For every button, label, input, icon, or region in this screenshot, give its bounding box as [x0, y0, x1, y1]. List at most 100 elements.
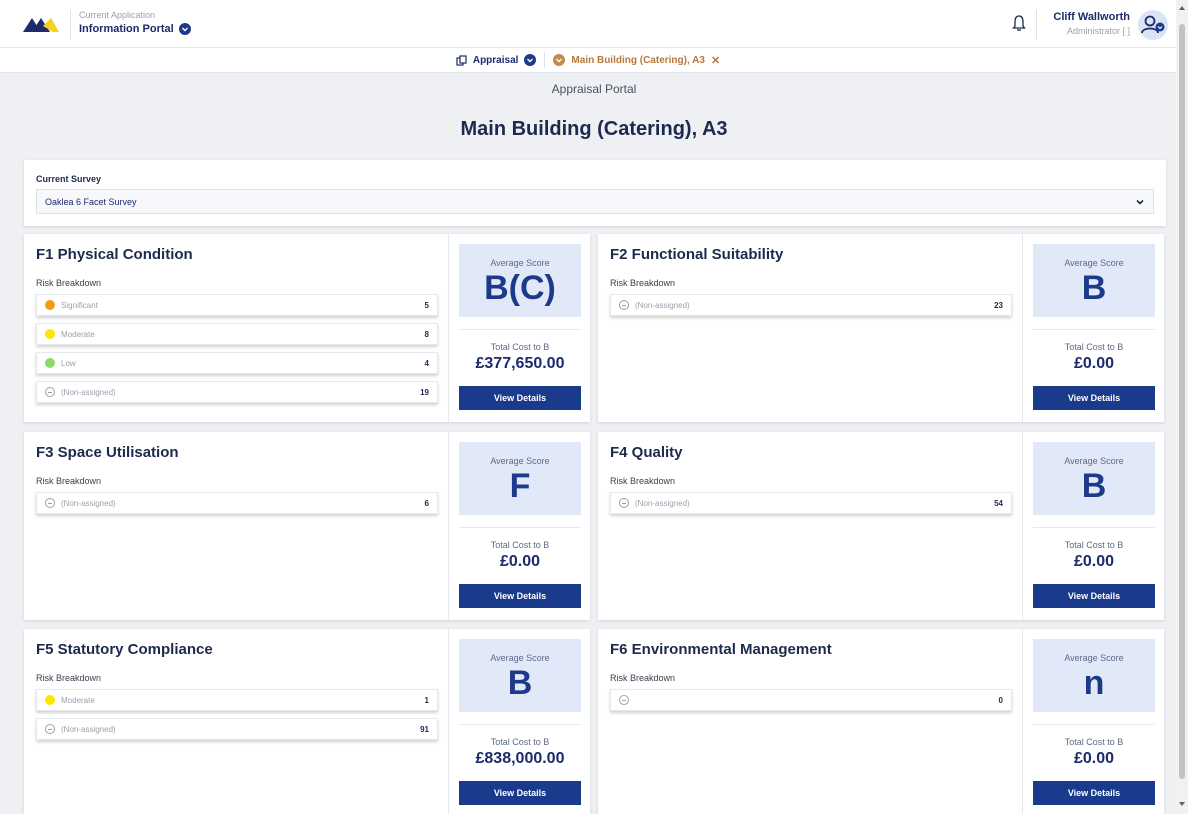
risk-count: 0	[998, 695, 1003, 705]
divider	[1033, 724, 1155, 725]
user-avatar[interactable]	[1138, 10, 1168, 40]
average-score-value: B(C)	[484, 269, 556, 307]
breadcrumb-appraisal[interactable]: Appraisal	[456, 54, 537, 66]
risk-row[interactable]: Moderate 1	[36, 689, 438, 711]
view-details-button[interactable]: View Details	[1033, 386, 1155, 410]
risk-row[interactable]: (Non-assigned) 54	[610, 492, 1012, 514]
portal-label: Appraisal Portal	[551, 82, 637, 96]
risk-row[interactable]: Moderate 8	[36, 323, 438, 345]
view-details-button[interactable]: View Details	[459, 584, 581, 608]
risk-row[interactable]: (Non-assigned) 19	[36, 381, 438, 403]
minus-circle-icon	[619, 695, 629, 705]
risk-row[interactable]: Low 4	[36, 352, 438, 374]
view-details-button[interactable]: View Details	[459, 781, 581, 805]
score-column: Average Score B Total Cost to B £0.00 Vi…	[1022, 234, 1164, 422]
risk-count: 5	[424, 300, 429, 310]
average-score-box: Average Score F	[459, 442, 581, 515]
chevron-down-icon[interactable]	[524, 54, 537, 66]
user-info[interactable]: Cliff Wallworth Administrator [ ]	[1036, 10, 1134, 40]
survey-selected-value: Oaklea 6 Facet Survey	[45, 196, 137, 207]
risk-list: Moderate 1 (Non-assigned) 91	[36, 689, 438, 747]
facet-card: F4 Quality Risk Breakdown (Non-assigned)…	[598, 432, 1164, 620]
average-score-value: n	[1083, 664, 1105, 702]
risk-breakdown-label: Risk Breakdown	[36, 278, 102, 288]
divider	[1033, 329, 1155, 330]
scroll-up-arrow-icon[interactable]	[1179, 6, 1185, 10]
risk-level-dot-icon	[45, 329, 55, 339]
close-icon[interactable]: ✕	[711, 54, 720, 67]
total-cost-value: £377,650.00	[475, 355, 565, 372]
average-score-label: Average Score	[490, 653, 550, 663]
average-score-value: F	[509, 467, 531, 505]
view-details-button[interactable]: View Details	[1033, 584, 1155, 608]
bell-icon[interactable]	[1011, 14, 1027, 32]
risk-list: 0	[610, 689, 1012, 718]
application-switcher[interactable]: Current Application Information Portal	[70, 10, 191, 40]
breadcrumb-location[interactable]: Main Building (Catering), A3 ✕	[553, 54, 720, 67]
risk-name: (Non-assigned)	[635, 498, 690, 508]
card-title: F2 Functional Suitability	[610, 246, 784, 263]
view-details-button[interactable]: View Details	[1033, 781, 1155, 805]
risk-breakdown-label: Risk Breakdown	[610, 278, 676, 288]
chevron-down-icon[interactable]	[553, 54, 566, 66]
breadcrumb: Appraisal Main Building (Catering), A3 ✕	[0, 48, 1176, 73]
total-cost-label: Total Cost to B	[490, 737, 550, 747]
risk-count: 8	[424, 329, 429, 339]
scroll-down-arrow-icon[interactable]	[1179, 802, 1185, 806]
risk-name: Moderate	[61, 695, 95, 705]
minus-circle-icon	[619, 300, 629, 310]
risk-name: Significant	[61, 300, 98, 310]
score-column: Average Score F Total Cost to B £0.00 Vi…	[448, 432, 590, 620]
scrollbar-thumb[interactable]	[1179, 24, 1185, 779]
risk-count: 23	[994, 300, 1003, 310]
total-cost-label: Total Cost to B	[490, 342, 550, 352]
user-role: Administrator [ ]	[1066, 26, 1130, 36]
facet-card: F3 Space Utilisation Risk Breakdown (Non…	[24, 432, 590, 620]
score-column: Average Score B(C) Total Cost to B £377,…	[448, 234, 590, 422]
page-title: Main Building (Catering), A3	[460, 118, 728, 140]
risk-row[interactable]: (Non-assigned) 23	[610, 294, 1012, 316]
total-cost-label: Total Cost to B	[1064, 737, 1124, 747]
risk-name: (Non-assigned)	[61, 498, 116, 508]
view-details-button[interactable]: View Details	[459, 386, 581, 410]
risk-name: (Non-assigned)	[61, 724, 116, 734]
average-score-value: B	[507, 664, 533, 702]
risk-count: 54	[994, 498, 1003, 508]
total-cost-value: £0.00	[499, 553, 541, 570]
chevron-down-icon[interactable]	[178, 23, 191, 35]
risk-row[interactable]: Significant 5	[36, 294, 438, 316]
risk-count: 91	[420, 724, 429, 734]
risk-list: (Non-assigned) 54	[610, 492, 1012, 521]
risk-row[interactable]: (Non-assigned) 91	[36, 718, 438, 740]
minus-circle-icon	[45, 498, 55, 508]
scrollbar[interactable]	[1176, 0, 1188, 814]
risk-row[interactable]: 0	[610, 689, 1012, 711]
risk-name: Moderate	[61, 329, 95, 339]
facet-card: F5 Statutory Compliance Risk Breakdown M…	[24, 629, 590, 814]
average-score-label: Average Score	[1064, 258, 1124, 268]
minus-circle-icon	[45, 724, 55, 734]
risk-count: 19	[420, 387, 429, 397]
divider	[1033, 527, 1155, 528]
company-logo[interactable]	[23, 14, 59, 34]
average-score-label: Average Score	[490, 456, 550, 466]
survey-select[interactable]: Oaklea 6 Facet Survey	[36, 189, 1154, 214]
app-caption: Current Application	[79, 10, 156, 20]
risk-list: Significant 5 Moderate 8 Low 4 (Non-assi…	[36, 294, 438, 410]
facet-card: F6 Environmental Management Risk Breakdo…	[598, 629, 1164, 814]
score-column: Average Score B Total Cost to B £0.00 Vi…	[1022, 432, 1164, 620]
app-name: Information Portal	[79, 23, 174, 35]
risk-count: 1	[424, 695, 429, 705]
average-score-box: Average Score B	[459, 639, 581, 712]
average-score-box: Average Score B	[1033, 442, 1155, 515]
risk-name: (Non-assigned)	[61, 387, 116, 397]
divider	[459, 527, 581, 528]
risk-name: Low	[61, 358, 76, 368]
average-score-value: B	[1081, 269, 1107, 307]
card-title: F3 Space Utilisation	[36, 444, 179, 461]
risk-row[interactable]: (Non-assigned) 6	[36, 492, 438, 514]
card-title: F5 Statutory Compliance	[36, 641, 213, 658]
total-cost-label: Total Cost to B	[1064, 342, 1124, 352]
risk-breakdown-label: Risk Breakdown	[610, 476, 676, 486]
card-title: F6 Environmental Management	[610, 641, 832, 658]
